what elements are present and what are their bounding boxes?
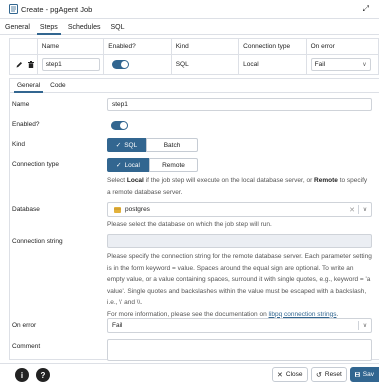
help-remote-bold: Remote — [314, 177, 338, 184]
save-icon — [355, 372, 360, 377]
row-connection-type: Local — [239, 55, 307, 74]
conn-remote-label: Remote — [162, 161, 185, 169]
comment-label: Comment — [12, 343, 41, 350]
grid-header-enabled: Enabled? — [104, 39, 172, 54]
name-field[interactable]: step1 — [107, 98, 372, 111]
subtab-code[interactable]: Code — [45, 82, 71, 92]
name-label: Name — [12, 101, 30, 108]
reset-label: Reset — [324, 371, 342, 378]
close-button[interactable]: ✕ Close — [272, 367, 308, 382]
close-icon: ✕ — [277, 371, 283, 379]
row-enabled-toggle[interactable] — [112, 60, 130, 69]
row-enabled-cell — [104, 55, 172, 74]
connection-string-label: Connection string — [12, 238, 63, 245]
connection-type-label: Connection type — [12, 161, 59, 168]
chevron-down-icon[interactable]: ∨ — [359, 206, 371, 213]
reset-button[interactable]: ↺ Reset — [311, 367, 347, 382]
help-text: if the job step will execute on the loca… — [143, 177, 315, 184]
tab-schedules[interactable]: Schedules — [63, 24, 106, 34]
on-error-controls: ∨ — [358, 319, 371, 332]
chevron-down-icon[interactable]: ∨ — [359, 322, 371, 329]
conn-local-button[interactable]: ✓ Local — [107, 158, 149, 172]
on-error-label: On error — [12, 322, 37, 329]
subtab-general[interactable]: General — [12, 82, 45, 93]
info-icon[interactable]: i — [15, 368, 29, 382]
top-tabs: General Steps Schedules SQL — [0, 19, 379, 35]
row-name-cell: step1 — [38, 55, 105, 74]
help-glyph: ? — [40, 370, 46, 380]
close-label: Close — [285, 371, 303, 378]
delete-icon[interactable] — [28, 61, 35, 68]
database-select-controls: ✕ ∨ — [346, 203, 371, 216]
steps-grid: Name Enabled? Kind Connection type On er… — [9, 38, 379, 75]
row-on-error-select[interactable]: Fail ∨ — [310, 58, 371, 71]
connection-type-toggle-group: ✓ Local Remote — [107, 158, 198, 172]
help-text: For more information, please see the doc… — [107, 310, 269, 318]
connection-string-field[interactable] — [107, 234, 372, 248]
expand-icon[interactable]: ⤢ — [363, 4, 369, 14]
dialog-footer: i ? ✕ Close ↺ Reset Sav — [0, 363, 379, 384]
enabled-toggle[interactable] — [111, 121, 128, 130]
conn-local-label: Local — [124, 161, 140, 169]
grid-header-row: Name Enabled? Kind Connection type On er… — [10, 39, 378, 55]
grid-header-connection-type: Connection type — [239, 39, 307, 54]
help-local-bold: Local — [126, 177, 144, 184]
create-pgagent-job-dialog: Create - pgAgent Job ⤢ General Steps Sch… — [0, 0, 379, 384]
kind-sql-button[interactable]: ✓ SQL — [107, 138, 146, 152]
database-help: Please select the database on which the … — [107, 221, 272, 228]
save-label: Sav — [362, 371, 374, 378]
reset-icon: ↺ — [316, 371, 322, 379]
row-on-error-cell: Fail ∨ — [307, 55, 378, 74]
help-text: . — [336, 310, 339, 318]
database-label: Database — [12, 206, 40, 213]
database-icon — [114, 206, 121, 213]
help-text: Select — [107, 177, 127, 184]
help-text: Please specify the connection string for… — [107, 253, 372, 306]
dialog-title: Create - pgAgent Job — [21, 4, 93, 14]
libpq-link[interactable]: libpq connection strings — [269, 311, 337, 318]
table-row: step1 SQL Local Fail ∨ — [10, 55, 378, 74]
database-value: postgres — [125, 206, 150, 213]
kind-toggle-group: ✓ SQL Batch — [107, 138, 198, 152]
grid-header-on-error: On error — [310, 43, 335, 50]
clear-icon[interactable]: ✕ — [346, 206, 358, 214]
conn-remote-button[interactable]: Remote — [149, 158, 198, 172]
enabled-label: Enabled? — [12, 121, 40, 128]
grid-header-name: Name — [38, 39, 105, 54]
on-error-select[interactable]: Fail ∨ — [107, 318, 372, 333]
grid-header-kind: Kind — [172, 39, 240, 54]
row-actions — [10, 55, 38, 74]
job-icon — [9, 4, 18, 14]
kind-batch-button[interactable]: Batch — [146, 138, 198, 152]
check-icon: ✓ — [116, 162, 122, 169]
chevron-down-icon: ∨ — [362, 62, 367, 68]
step-sub-tabs: General Code — [10, 79, 379, 93]
kind-label: Kind — [12, 141, 26, 148]
connection-string-help: Please specify the connection string for… — [107, 251, 372, 320]
comment-field[interactable] — [107, 339, 372, 361]
title-bar: Create - pgAgent Job ⤢ — [0, 0, 379, 19]
database-select[interactable]: postgres ✕ ∨ — [107, 202, 372, 217]
row-on-error-value: Fail — [314, 61, 326, 68]
info-glyph: i — [20, 370, 24, 380]
help-icon[interactable]: ? — [36, 368, 50, 382]
on-error-value: Fail — [112, 322, 123, 329]
check-icon: ✓ — [115, 142, 122, 149]
row-kind: SQL — [172, 55, 240, 74]
save-button[interactable]: Sav — [350, 367, 379, 382]
edit-icon[interactable] — [16, 61, 23, 68]
tab-steps[interactable]: Steps — [35, 24, 63, 35]
row-name-input[interactable]: step1 — [41, 58, 100, 71]
tab-general[interactable]: General — [0, 24, 35, 34]
kind-batch-label: Batch — [163, 141, 181, 149]
grid-header-actions — [10, 39, 38, 54]
tab-sql[interactable]: SQL — [106, 24, 130, 34]
connection-type-help: Select Local if the job step will execut… — [107, 175, 372, 198]
kind-sql-label: SQL — [124, 141, 138, 149]
